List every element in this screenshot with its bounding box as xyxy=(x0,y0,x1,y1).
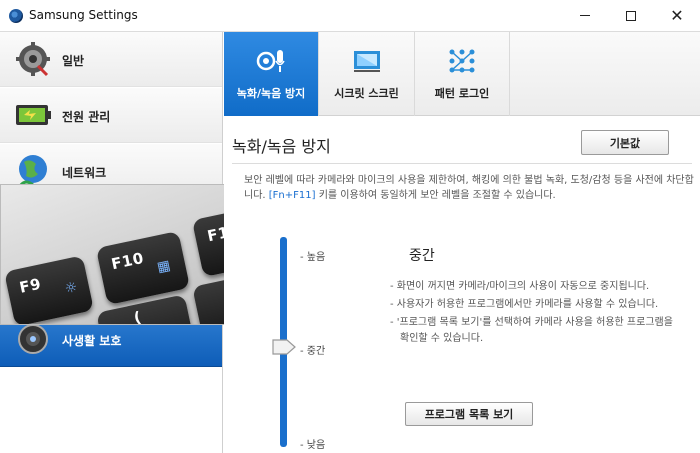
description-text: 보안 레벨에 따라 카메라와 마이크의 사용을 제한하여, 해킹에 의한 불법 … xyxy=(244,173,696,203)
list-item: - '프로그램 목록 보기'를 선택하여 카메라 사용을 허용한 프로그램을 확… xyxy=(390,317,673,344)
samsung-settings-app-icon xyxy=(9,9,23,23)
tab-pattern-login[interactable]: 패턴 로그인 xyxy=(415,32,510,116)
slider-level-medium: - 중간 xyxy=(300,346,326,357)
tab-label: 녹화/녹음 방지 xyxy=(236,87,306,100)
level-title: 중간 xyxy=(409,248,435,264)
level-description-list: - 화면이 꺼지면 카메라/마이크의 사용이 자동으로 중지됩니다. - 사용자… xyxy=(390,279,680,349)
sidebar-item-general[interactable]: 일반 xyxy=(0,32,222,87)
main-content: 녹화/녹음 방지 기본값 보안 레벨에 따라 카메라와 마이크의 사용을 제한하… xyxy=(224,117,700,453)
list-item: - 화면이 꺼지면 카메라/마이크의 사용이 자동으로 중지됩니다. xyxy=(390,281,650,292)
tab-label: 시크릿 스크린 xyxy=(334,87,399,100)
key-label: F10 xyxy=(109,248,146,274)
close-icon: ✕ xyxy=(670,5,684,25)
security-level-slider-thumb[interactable] xyxy=(271,338,297,356)
view-program-list-button[interactable]: 프로그램 목록 보기 xyxy=(405,402,533,426)
sidebar-item-label: 일반 xyxy=(62,54,85,68)
key-f10: F10 ▦ xyxy=(95,230,191,306)
window-title: Samsung Settings xyxy=(29,8,138,22)
brightness-icon: ☼ xyxy=(63,279,80,298)
divider xyxy=(232,163,692,164)
pattern-login-icon xyxy=(449,49,475,73)
description-part: 키를 이용하여 동일하게 보안 레벨을 조절할 수 있습니다. xyxy=(315,190,556,201)
key-f9: F9 ☼ xyxy=(4,255,94,324)
tab-label: 패턴 로그인 xyxy=(434,87,490,100)
battery-icon xyxy=(16,105,51,125)
secret-screen-icon xyxy=(353,51,380,72)
slider-level-low: - 낮음 xyxy=(300,440,326,451)
default-button[interactable]: 기본값 xyxy=(581,130,669,155)
sidebar-item-label: 전원 관리 xyxy=(62,110,111,124)
touchpad-icon: ▦ xyxy=(155,257,172,276)
minimize-button[interactable] xyxy=(562,0,608,31)
webcam-privacy-icon xyxy=(18,324,48,354)
list-item: - 사용자가 허용한 프로그램에서만 카메라를 사용할 수 있습니다. xyxy=(390,299,659,310)
slider-level-high: - 높음 xyxy=(300,252,326,263)
page-title: 녹화/녹음 방지 xyxy=(232,137,331,156)
camera-mic-icon xyxy=(256,50,285,72)
minimize-icon xyxy=(580,15,590,16)
tab-recording-prevention[interactable]: 녹화/녹음 방지 xyxy=(224,32,319,116)
tab-secret-screen[interactable]: 시크릿 스크린 xyxy=(319,32,415,116)
close-button[interactable]: ✕ xyxy=(654,0,700,31)
shortcut-key-text: [Fn+F11] xyxy=(268,190,316,201)
maximize-icon xyxy=(626,10,636,21)
sidebar-item-power[interactable]: 전원 관리 xyxy=(0,88,222,143)
settings-gear-icon xyxy=(16,42,50,77)
key-label: ( xyxy=(132,307,144,325)
title-bar: Samsung Settings ✕ xyxy=(0,0,700,32)
key-label: F9 xyxy=(17,274,43,297)
sidebar-item-label: 사생활 보호 xyxy=(62,334,122,348)
tab-bar: 녹화/녹음 방지 시크릿 스크린 패턴 로그인 xyxy=(224,32,700,116)
maximize-button[interactable] xyxy=(608,0,654,31)
sidebar-item-label: 네트워크 xyxy=(62,166,107,180)
